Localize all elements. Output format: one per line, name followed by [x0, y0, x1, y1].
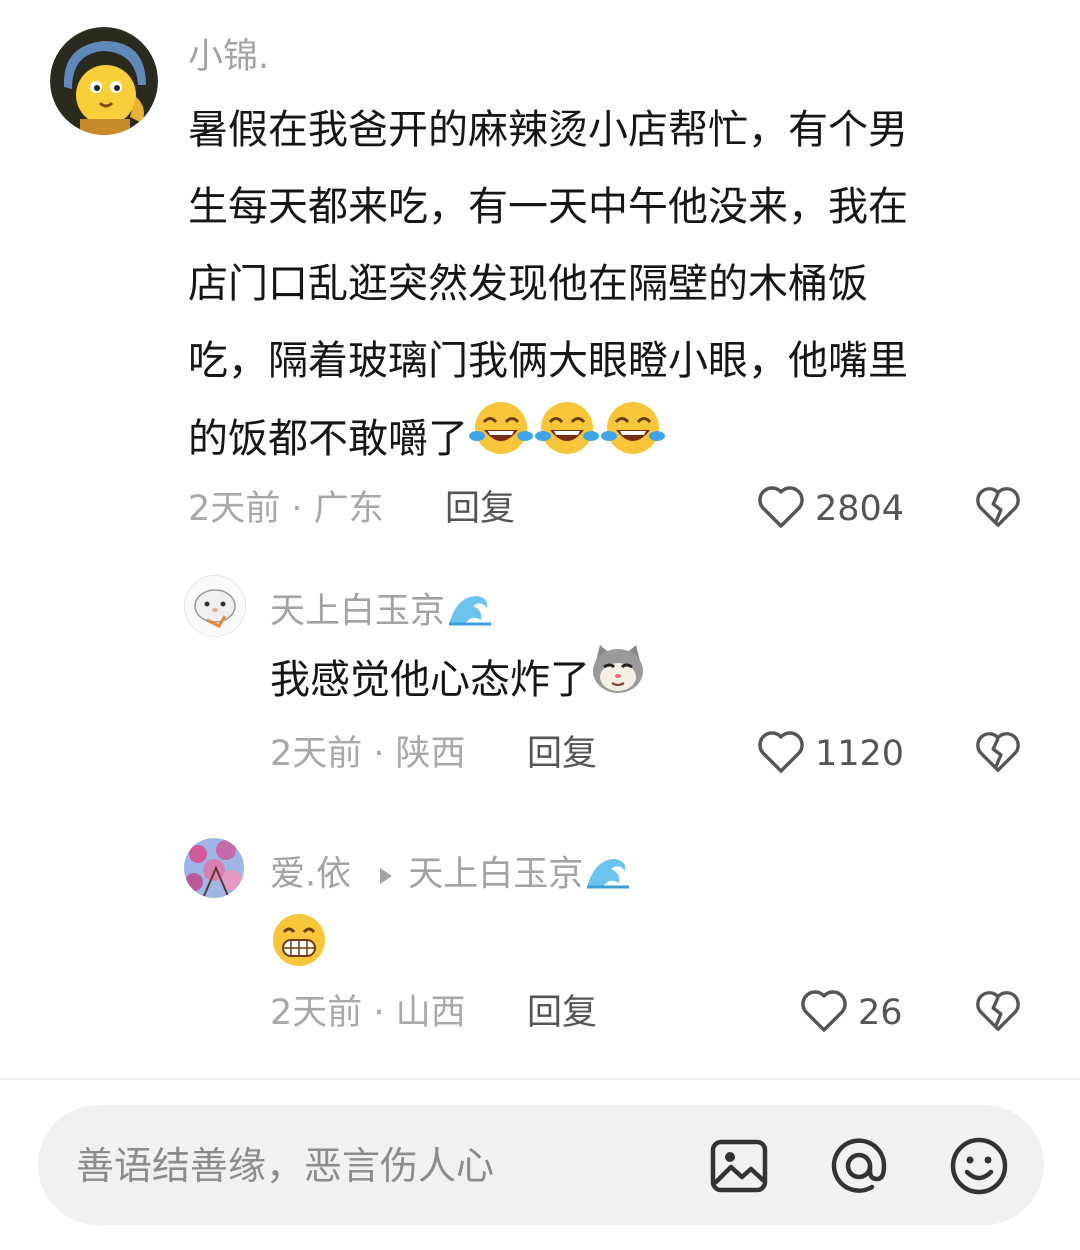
username[interactable]: 天上白玉京 [270, 590, 493, 635]
comment-text [270, 912, 328, 972]
like-button[interactable]: 1120 [757, 729, 904, 779]
wave-icon [585, 853, 631, 898]
emoji-icon[interactable] [948, 1135, 1010, 1197]
dislike-button[interactable] [975, 729, 1021, 775]
laugh-cry-emoji [600, 400, 666, 482]
laugh-cry-emoji [468, 400, 534, 482]
comment-line: 吃，隔着玻璃门我俩大眼瞪小眼，他嘴里 [188, 338, 908, 384]
dislike-button[interactable] [975, 484, 1021, 530]
comment-meta: 2天前 · 山西 [270, 996, 466, 1031]
timestamp: 2天前 [270, 993, 363, 1033]
like-count: 26 [858, 992, 903, 1033]
comment-input[interactable]: 善语结善缘，恶言伤人心 [76, 1147, 494, 1185]
username[interactable]: 小锦. [188, 40, 269, 75]
comment-meta: 2天前 · 广东 [188, 492, 384, 527]
heart-icon [800, 988, 848, 1038]
wave-icon [447, 590, 493, 635]
location: 广东 [313, 489, 384, 529]
reply-button[interactable]: 回复 [527, 737, 597, 772]
reply-button[interactable]: 回复 [445, 492, 515, 527]
comment-line: 生每天都来吃，有一天中午他没来，我在 [188, 184, 908, 230]
meta-separator: · [362, 734, 396, 774]
location: 山西 [395, 993, 466, 1033]
comment-line: 店门口乱逛突然发现他在隔壁的木桶饭 [188, 261, 868, 307]
like-count: 1120 [815, 733, 905, 774]
at-icon[interactable] [828, 1135, 890, 1197]
username-text: 天上白玉京 [270, 591, 446, 632]
comment-text: 我感觉他心态炸了 [270, 642, 646, 721]
comment-input-bar[interactable]: 善语结善缘，恶言伤人心 [38, 1105, 1044, 1225]
heart-icon [757, 484, 805, 534]
like-button[interactable]: 2804 [757, 484, 904, 534]
dislike-button[interactable] [975, 988, 1021, 1034]
broken-heart-icon [975, 487, 1021, 534]
comment-text: 暑假在我爸开的麻辣烫小店帮忙，有个男 生每天都来吃，有一天中午他没来，我在 店门… [188, 92, 1028, 482]
location: 陕西 [395, 734, 466, 774]
avatar[interactable] [50, 27, 158, 135]
heart-icon [757, 729, 805, 779]
divider [0, 1078, 1080, 1080]
avatar[interactable] [184, 838, 244, 898]
meta-separator: · [280, 489, 314, 529]
meta-separator: · [362, 993, 396, 1033]
grin-emoji [270, 912, 328, 972]
username[interactable]: 爱.依 天上白玉京 [270, 853, 631, 898]
avatar[interactable] [184, 575, 246, 637]
like-button[interactable]: 26 [800, 988, 903, 1038]
comment-line: 我感觉他心态炸了 [270, 657, 590, 703]
broken-heart-icon [975, 732, 1021, 779]
image-icon[interactable] [708, 1135, 770, 1197]
timestamp: 2天前 [188, 489, 281, 529]
like-count: 2804 [815, 488, 905, 529]
username-text: 爱.依 [270, 854, 352, 895]
laugh-cry-emoji [534, 400, 600, 482]
comment-meta: 2天前 · 陕西 [270, 737, 466, 772]
comment-line: 暑假在我爸开的麻辣烫小店帮忙，有个男 [188, 107, 908, 153]
reply-to-user[interactable]: 天上白玉京 [408, 855, 583, 895]
cat-smirk-emoji [590, 643, 646, 721]
broken-heart-icon [975, 991, 1021, 1038]
comment-line: 的饭都不敢嚼了 [188, 416, 468, 462]
timestamp: 2天前 [270, 734, 363, 774]
reply-arrow-icon [378, 858, 394, 893]
reply-button[interactable]: 回复 [527, 996, 597, 1031]
